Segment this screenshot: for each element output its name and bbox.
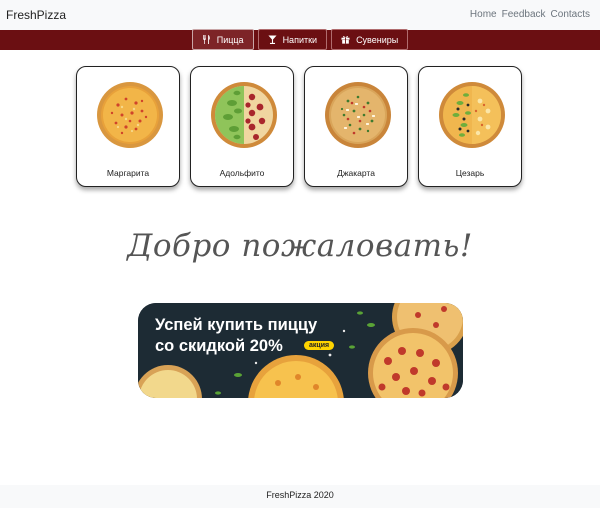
pizza-card-caesar[interactable]: Цезарь [418, 66, 522, 187]
promo-banner[interactable]: Успей купить пиццу со скидкой 20% акция [138, 303, 463, 398]
brand-logo[interactable]: FreshPizza [6, 8, 66, 22]
pizza-card-adolfito[interactable]: Адольфито [190, 66, 294, 187]
pizza-margarita-image [97, 82, 163, 148]
nav-link-home[interactable]: Home [470, 9, 497, 20]
category-label-pizza: Пицца [216, 34, 244, 45]
cutlery-icon [202, 35, 210, 44]
footer: FreshPizza 2020 [0, 485, 600, 508]
nav-link-contacts[interactable]: Contacts [551, 9, 590, 20]
pizza-card-list: Маргарита Адольфито Джакарта Цезарь [76, 66, 522, 187]
category-label-souvenirs: Сувениры [356, 34, 399, 45]
welcome-heading: Добро пожаловать! [127, 228, 473, 264]
category-button-souvenirs[interactable]: Сувениры [331, 29, 409, 50]
pizza-caesar-image [439, 82, 505, 148]
pizza-name-adolfito: Адольфито [219, 168, 265, 178]
nav-link-feedback[interactable]: Feedback [502, 9, 546, 20]
promo-line-2: со скидкой 20% [155, 337, 283, 355]
gift-icon [341, 36, 350, 44]
category-bar: Пицца Напитки Сувениры [0, 29, 600, 50]
category-button-drinks[interactable]: Напитки [257, 29, 328, 50]
pizza-adolfito-image [211, 82, 277, 148]
top-navbar: FreshPizza Home Feedback Contacts [0, 0, 600, 30]
promo-badge: акция [304, 341, 335, 350]
pizza-card-margarita[interactable]: Маргарита [76, 66, 180, 187]
pizza-name-jakarta: Джакарта [337, 168, 375, 178]
pizza-jakarta-image [325, 82, 391, 148]
pizza-name-margarita: Маргарита [106, 168, 150, 178]
cocktail-icon [268, 35, 277, 44]
category-button-pizza[interactable]: Пицца [191, 29, 254, 50]
top-nav-links: Home Feedback Contacts [470, 9, 590, 20]
pizza-card-jakarta[interactable]: Джакарта [304, 66, 408, 187]
category-label-drinks: Напитки [282, 34, 318, 45]
promo-line-1: Успей купить пиццу [155, 316, 318, 334]
pizza-name-caesar: Цезарь [455, 168, 485, 178]
